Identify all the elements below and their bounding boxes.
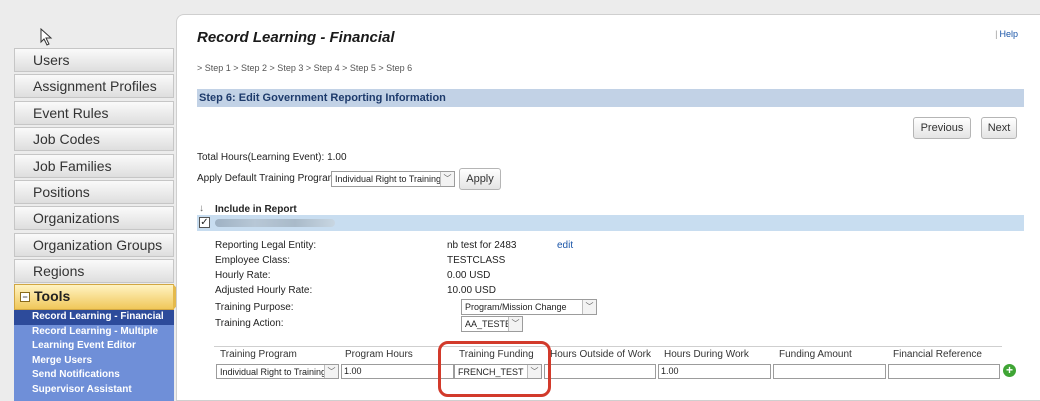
apply-default-label: Apply Default Training Program:: [197, 173, 339, 184]
mouse-cursor-icon: [40, 28, 53, 46]
submenu-learning-event-editor[interactable]: Learning Event Editor: [14, 339, 174, 354]
reporting-legal-entity-label: Reporting Legal Entity:: [215, 240, 317, 251]
employee-class-value: TESTCLASS: [447, 255, 506, 266]
adjusted-hourly-rate-value: 10.00 USD: [447, 285, 496, 296]
header-hours-during-work: Hours During Work: [664, 349, 749, 360]
default-training-program-value: Individual Right to Training: [335, 174, 442, 184]
page-title: Record Learning - Financial: [197, 29, 395, 46]
edit-legal-entity-link[interactable]: edit: [557, 240, 573, 251]
separator: |: [995, 29, 998, 39]
admin-nav-list: Users Assignment Profiles Event Rules Jo…: [14, 48, 174, 286]
submenu-send-notifications[interactable]: Send Notifications: [14, 368, 174, 383]
nav-item-organization-groups[interactable]: Organization Groups: [14, 232, 174, 257]
help-link[interactable]: Help: [999, 29, 1018, 39]
main-panel: Record Learning - Financial | Help > Step…: [176, 14, 1040, 401]
submenu-record-learning-multiple[interactable]: Record Learning - Multiple: [14, 325, 174, 340]
training-program-select[interactable]: Individual Right to Training ﹀: [216, 364, 339, 379]
chevron-down-icon: ﹀: [582, 300, 596, 314]
tools-submenu: Record Learning - Financial Record Learn…: [14, 310, 174, 401]
header-program-hours: Program Hours: [345, 349, 413, 360]
left-navigation: Users Assignment Profiles Event Rules Jo…: [0, 0, 186, 401]
adjusted-hourly-rate-label: Adjusted Hourly Rate:: [215, 285, 313, 296]
hourly-rate-value: 0.00 USD: [447, 270, 491, 281]
hours-outside-work-input[interactable]: [544, 364, 656, 379]
training-action-value: AA_TESTE: [465, 319, 512, 329]
collapse-minus-icon[interactable]: −: [20, 292, 30, 302]
hourly-rate-label: Hourly Rate:: [215, 270, 271, 281]
nav-item-users[interactable]: Users: [14, 48, 174, 72]
reporting-legal-entity-value: nb test for 2483: [447, 240, 517, 251]
next-button[interactable]: Next: [981, 117, 1017, 139]
redacted-employee-name: [215, 219, 335, 227]
training-funding-grid: Training Program Program Hours Training …: [214, 346, 1002, 380]
training-action-select[interactable]: AA_TESTE ﹀: [461, 316, 523, 332]
nav-item-regions[interactable]: Regions: [14, 259, 174, 284]
training-purpose-value: Program/Mission Change: [465, 302, 567, 312]
submenu-merge-users[interactable]: Merge Users: [14, 354, 174, 369]
nav-item-organizations[interactable]: Organizations: [14, 206, 174, 231]
hours-during-work-input[interactable]: 1.00: [658, 364, 771, 379]
chevron-down-icon: ﹀: [324, 365, 338, 378]
nav-item-positions[interactable]: Positions: [14, 179, 174, 204]
training-action-label: Training Action:: [215, 318, 284, 329]
highlight-annotation: [438, 341, 551, 397]
financial-reference-input[interactable]: [888, 364, 1000, 379]
chevron-down-icon: ﹀: [440, 172, 454, 186]
nav-item-job-families[interactable]: Job Families: [14, 153, 174, 178]
header-hours-outside-work: Hours Outside of Work: [550, 349, 651, 360]
nav-item-event-rules[interactable]: Event Rules: [14, 100, 174, 125]
employee-row: ✓: [197, 215, 1024, 231]
training-purpose-label: Training Purpose:: [215, 302, 294, 313]
submenu-record-learning-financial[interactable]: Record Learning - Financial: [14, 310, 174, 325]
step-breadcrumb: > Step 1 > Step 2 > Step 3 > Step 4 > St…: [197, 63, 413, 73]
nav-item-assignment-profiles[interactable]: Assignment Profiles: [14, 74, 174, 99]
tools-label: Tools: [34, 288, 71, 304]
training-program-value: Individual Right to Training: [220, 367, 327, 377]
include-in-report-label: Include in Report: [215, 204, 297, 215]
default-training-program-select[interactable]: Individual Right to Training ﹀: [331, 171, 455, 187]
employee-class-label: Employee Class:: [215, 255, 291, 266]
include-checkbox[interactable]: ✓: [199, 217, 210, 228]
step-section-header: Step 6: Edit Government Reporting Inform…: [197, 89, 1024, 107]
header-training-program: Training Program: [220, 349, 297, 360]
header-financial-reference: Financial Reference: [893, 349, 982, 360]
app-root: Users Assignment Profiles Event Rules Jo…: [0, 0, 1040, 401]
arrow-down-icon: ↓: [199, 203, 204, 214]
training-purpose-select[interactable]: Program/Mission Change ﹀: [461, 299, 597, 315]
nav-item-job-codes[interactable]: Job Codes: [14, 127, 174, 152]
submenu-supervisor-assistant[interactable]: Supervisor Assistant: [14, 383, 174, 398]
header-funding-amount: Funding Amount: [779, 349, 852, 360]
help-link-wrapper: | Help: [995, 29, 1018, 39]
funding-amount-input[interactable]: [773, 364, 886, 379]
total-hours-text: Total Hours(Learning Event): 1.00: [197, 152, 347, 163]
nav-item-tools[interactable]: − Tools: [14, 284, 186, 310]
apply-button[interactable]: Apply: [459, 168, 501, 190]
chevron-down-icon: ﹀: [508, 317, 522, 331]
previous-button[interactable]: Previous: [913, 117, 971, 139]
add-row-plus-icon[interactable]: +: [1003, 364, 1016, 377]
